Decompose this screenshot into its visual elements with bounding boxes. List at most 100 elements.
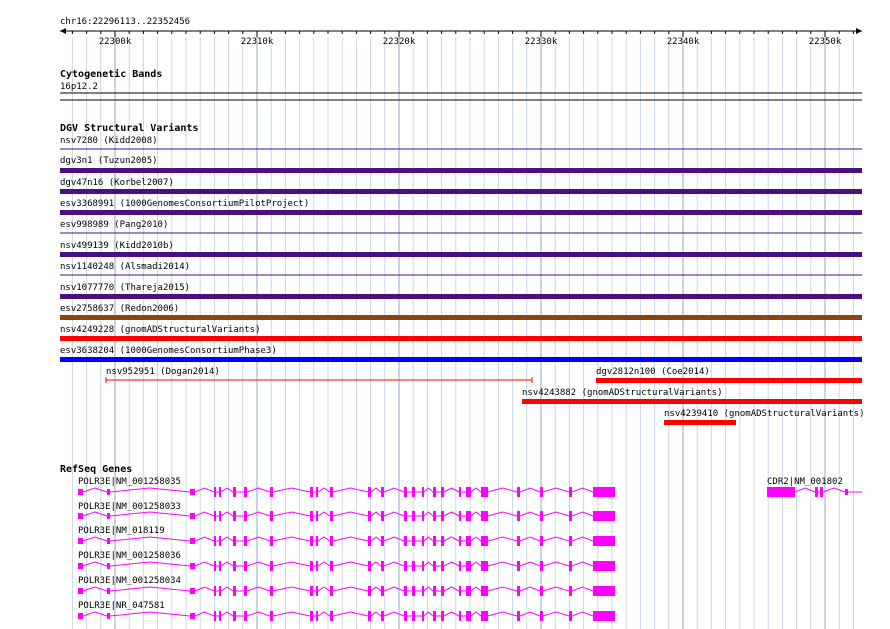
dgv-variant-bar[interactable] bbox=[60, 210, 862, 215]
exon-block bbox=[270, 487, 273, 497]
dgv-variant-label[interactable]: dgv2812n100 (Coe2014) bbox=[596, 367, 710, 377]
dgv-variant-label[interactable]: dgv47n16 (Korbel2007) bbox=[60, 178, 174, 188]
exon-block bbox=[540, 511, 543, 521]
transcript-model[interactable] bbox=[78, 586, 615, 596]
dgv-variant-label[interactable]: nsv1077770 (Thareja2015) bbox=[60, 283, 190, 293]
dgv-variant-label[interactable]: nsv4243882 (gnomADStructuralVariants) bbox=[522, 388, 722, 398]
exon-block bbox=[422, 536, 424, 546]
exon-block bbox=[593, 487, 615, 497]
exon-block bbox=[244, 487, 247, 497]
dgv-variant-label[interactable]: esv2758637 (Redon2006) bbox=[60, 304, 179, 314]
exon-block bbox=[316, 511, 318, 521]
transcript-label[interactable]: POLR3E|NM_001258036 bbox=[78, 551, 181, 561]
exon-block bbox=[593, 536, 615, 546]
exon-block bbox=[441, 511, 444, 521]
exon-block bbox=[466, 511, 471, 521]
exon-block bbox=[517, 511, 520, 521]
ruler-tick-label: 22330k bbox=[525, 37, 558, 47]
exon-block bbox=[219, 611, 221, 621]
exon-block bbox=[422, 561, 424, 571]
cytoband-label[interactable]: 16p12.2 bbox=[60, 82, 98, 92]
dgv-variant-bar[interactable] bbox=[60, 315, 862, 320]
transcript-model[interactable] bbox=[78, 561, 615, 571]
dgv-variant-bar[interactable] bbox=[60, 189, 862, 194]
exon-block bbox=[481, 611, 488, 621]
exon-block bbox=[330, 511, 333, 521]
ruler-tick-label: 22340k bbox=[667, 37, 700, 47]
dgv-variant-bar[interactable] bbox=[60, 357, 862, 362]
dgv-variant-bar[interactable] bbox=[596, 378, 862, 383]
dgv-variant-bar[interactable] bbox=[60, 294, 862, 299]
transcript-model[interactable] bbox=[767, 487, 862, 497]
exon-block bbox=[316, 487, 318, 497]
refseq-track: RefSeq Genes POLR3E|NM_001258035 POLR3E|… bbox=[60, 464, 862, 621]
dgv-variant-bar[interactable] bbox=[60, 252, 862, 257]
exon-block bbox=[481, 561, 488, 571]
exon-block bbox=[593, 511, 615, 521]
exon-block bbox=[412, 586, 415, 596]
dgv-variant-label[interactable]: dgv3n1 (Tuzun2005) bbox=[60, 156, 158, 166]
dgv-variant-label[interactable]: esv998989 (Pang2010) bbox=[60, 220, 168, 230]
exon-block bbox=[107, 489, 110, 495]
exon-block bbox=[316, 561, 318, 571]
exon-block bbox=[310, 511, 313, 521]
exon-block bbox=[441, 536, 444, 546]
transcript-model[interactable] bbox=[78, 536, 615, 546]
dgv-variant-label[interactable]: nsv4239410 (gnomADStructuralVariants) bbox=[664, 409, 864, 419]
transcript-label[interactable]: POLR3E|NM_001258034 bbox=[78, 576, 181, 586]
exon-block bbox=[422, 511, 424, 521]
exon-block bbox=[481, 536, 488, 546]
transcript-model[interactable] bbox=[78, 611, 615, 621]
exon-block bbox=[310, 561, 313, 571]
exon-block bbox=[540, 611, 543, 621]
dgv-variant-label[interactable]: esv3368991 (1000GenomesConsortiumPilotPr… bbox=[60, 199, 309, 209]
exon-block bbox=[433, 611, 436, 621]
cytoband-track: Cytogenetic Bands 16p12.2 bbox=[60, 68, 862, 101]
exon-block bbox=[107, 538, 110, 544]
exon-block bbox=[381, 511, 384, 521]
ruler-label: chr16:22296113..22352456 bbox=[60, 17, 190, 27]
exon-block bbox=[330, 561, 333, 571]
exon-block bbox=[270, 611, 273, 621]
dgv-variant-label[interactable]: nsv7280 (Kidd2008) bbox=[60, 136, 158, 146]
dgv-variant-bar[interactable] bbox=[664, 420, 736, 425]
exon-block bbox=[481, 511, 488, 521]
exon-block bbox=[569, 487, 572, 497]
exon-block bbox=[540, 536, 543, 546]
transcript-label[interactable]: POLR3E|NM_001258035 bbox=[78, 477, 181, 487]
transcript-label[interactable]: POLR3E|NM_001258033 bbox=[78, 502, 181, 512]
dgv-variant-label[interactable]: nsv952951 (Dogan2014) bbox=[106, 367, 220, 377]
dgv-variant-bar[interactable] bbox=[60, 336, 862, 341]
exon-block bbox=[381, 561, 384, 571]
dgv-variant-label[interactable]: nsv4249228 (gnomADStructuralVariants) bbox=[60, 325, 260, 335]
transcript-label[interactable]: POLR3E|NR_047581 bbox=[78, 601, 165, 611]
dgv-variant-label[interactable]: esv3638204 (1000GenomesConsortiumPhase3) bbox=[60, 346, 277, 356]
exon-block bbox=[107, 513, 110, 519]
exon-block bbox=[459, 511, 461, 521]
exon-block bbox=[190, 613, 195, 619]
transcript-label[interactable]: POLR3E|NM_018119 bbox=[78, 526, 165, 536]
exon-block bbox=[412, 536, 415, 546]
exon-block bbox=[466, 586, 471, 596]
exon-block bbox=[214, 487, 216, 497]
dgv-variant-bar[interactable] bbox=[522, 399, 862, 404]
exon-block bbox=[219, 561, 221, 571]
transcript-label[interactable]: CDR2|NM_001802 bbox=[767, 477, 843, 487]
exon-block bbox=[404, 487, 407, 497]
exon-block bbox=[190, 563, 195, 569]
dgv-variant-bar[interactable] bbox=[60, 168, 862, 173]
ruler-left-arrow-icon[interactable] bbox=[60, 28, 66, 34]
ruler-tick-label: 22350k bbox=[809, 37, 842, 47]
ruler-right-arrow-icon[interactable] bbox=[856, 28, 862, 34]
exon-block bbox=[466, 611, 471, 621]
exon-block bbox=[244, 561, 247, 571]
dgv-variant-label[interactable]: nsv499139 (Kidd2010b) bbox=[60, 241, 174, 251]
exon-block bbox=[316, 536, 318, 546]
dgv-variant-label[interactable]: nsv1140248 (Alsmadi2014) bbox=[60, 262, 190, 272]
exon-block bbox=[459, 561, 461, 571]
exon-block bbox=[540, 487, 543, 497]
exon-block bbox=[190, 489, 195, 495]
transcript-model[interactable] bbox=[78, 487, 615, 497]
transcript-model[interactable] bbox=[78, 511, 615, 521]
exon-block bbox=[107, 563, 110, 569]
